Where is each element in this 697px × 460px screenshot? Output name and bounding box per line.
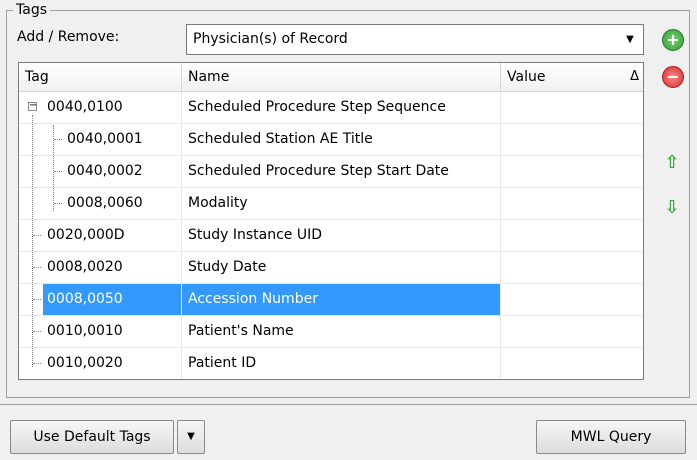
tag-cell[interactable]: 0008,0020 (19, 252, 182, 283)
name-cell[interactable]: Study Date (182, 252, 501, 283)
column-header-name[interactable]: Name (182, 63, 501, 91)
add-remove-selected-value: Physician(s) of Record (193, 31, 348, 47)
tag-cell[interactable]: 0040,0002 (19, 156, 182, 187)
tag-cell[interactable]: −0040,0100 (19, 92, 182, 123)
mwl-query-button[interactable]: MWL Query (536, 420, 686, 454)
tag-cell[interactable]: 0010,0010 (19, 316, 182, 347)
name-cell[interactable]: Study Instance UID (182, 220, 501, 251)
tag-text: 0008,0060 (67, 195, 143, 211)
name-cell[interactable]: Accession Number (182, 284, 501, 315)
add-remove-combobox[interactable]: Physician(s) of Record ▼ (186, 24, 644, 55)
tree-connector (33, 299, 41, 300)
value-cell[interactable] (501, 92, 643, 123)
tree-connector (33, 267, 41, 268)
tag-cell[interactable]: 0008,0060 (19, 188, 182, 219)
tag-text: 0040,0002 (67, 163, 143, 179)
tag-text: 0040,0100 (47, 99, 123, 115)
grid-header: Tag Name Value Δ (19, 63, 643, 92)
tag-cell[interactable]: 0040,0001 (19, 124, 182, 155)
dropdown-arrow-icon[interactable]: ▼ (619, 27, 641, 52)
table-row[interactable]: 0020,000D Study Instance UID (19, 220, 643, 252)
table-row[interactable]: 0008,0050 Accession Number (19, 284, 643, 316)
tag-text: 0010,0020 (47, 355, 123, 371)
value-cell[interactable] (501, 156, 643, 187)
column-header-value-label: Value (507, 69, 546, 85)
column-header-value[interactable]: Value Δ (501, 63, 643, 91)
table-row[interactable]: 0008,0020 Study Date (19, 252, 643, 284)
collapse-icon[interactable]: − (28, 101, 37, 111)
tag-text: 0010,0010 (47, 323, 123, 339)
tree-connector (54, 203, 62, 204)
tree-connector (33, 363, 41, 364)
value-cell[interactable] (501, 220, 643, 251)
value-cell[interactable] (501, 284, 643, 315)
add-remove-label: Add / Remove: (17, 29, 120, 45)
default-tags-dropdown-button[interactable]: ▼ (177, 420, 205, 454)
tag-text: 0020,000D (47, 227, 125, 243)
table-row[interactable]: 0010,0010 Patient's Name (19, 316, 643, 348)
tags-group-title: Tags (13, 2, 50, 18)
name-cell[interactable]: Scheduled Procedure Step Start Date (182, 156, 501, 187)
value-cell[interactable] (501, 124, 643, 155)
table-row[interactable]: 0040,0002 Scheduled Procedure Step Start … (19, 156, 643, 188)
move-down-icon[interactable]: ⇩ (662, 197, 682, 218)
move-up-icon[interactable]: ⇧ (662, 152, 682, 173)
column-header-tag[interactable]: Tag (19, 63, 182, 91)
tag-text: 0040,0001 (67, 131, 143, 147)
remove-icon[interactable]: − (662, 66, 684, 88)
tag-cell[interactable]: 0010,0020 (19, 348, 182, 379)
separator (0, 404, 697, 405)
name-cell[interactable]: Scheduled Station AE Title (182, 124, 501, 155)
table-row[interactable]: −0040,0100 Scheduled Procedure Step Seque… (19, 92, 643, 124)
value-cell[interactable] (501, 188, 643, 219)
tag-cell[interactable]: 0008,0050 (19, 284, 182, 315)
tag-cell[interactable]: 0020,000D (19, 220, 182, 251)
sort-triangle-icon: Δ (630, 69, 639, 84)
tags-grid[interactable]: Tag Name Value Δ −0040,0100 Scheduled Pro… (18, 62, 644, 380)
table-row[interactable]: 0008,0060 Modality (19, 188, 643, 220)
dropdown-arrow-icon: ▼ (187, 431, 195, 442)
tag-text: 0008,0020 (47, 259, 123, 275)
tag-text: 0008,0050 (43, 284, 181, 315)
tree-connector (33, 331, 41, 332)
tree-connector (33, 235, 41, 236)
add-icon[interactable]: + (662, 29, 684, 51)
tree-connector (54, 139, 62, 140)
name-cell[interactable]: Patient ID (182, 348, 501, 379)
use-default-tags-button[interactable]: Use Default Tags (10, 420, 174, 454)
value-cell[interactable] (501, 348, 643, 379)
table-row[interactable]: 0040,0001 Scheduled Station AE Title (19, 124, 643, 156)
tree-connector (54, 171, 62, 172)
name-cell[interactable]: Modality (182, 188, 501, 219)
table-row[interactable]: 0010,0020 Patient ID (19, 348, 643, 379)
value-cell[interactable] (501, 252, 643, 283)
name-cell[interactable]: Patient's Name (182, 316, 501, 347)
value-cell[interactable] (501, 316, 643, 347)
name-cell[interactable]: Scheduled Procedure Step Sequence (182, 92, 501, 123)
